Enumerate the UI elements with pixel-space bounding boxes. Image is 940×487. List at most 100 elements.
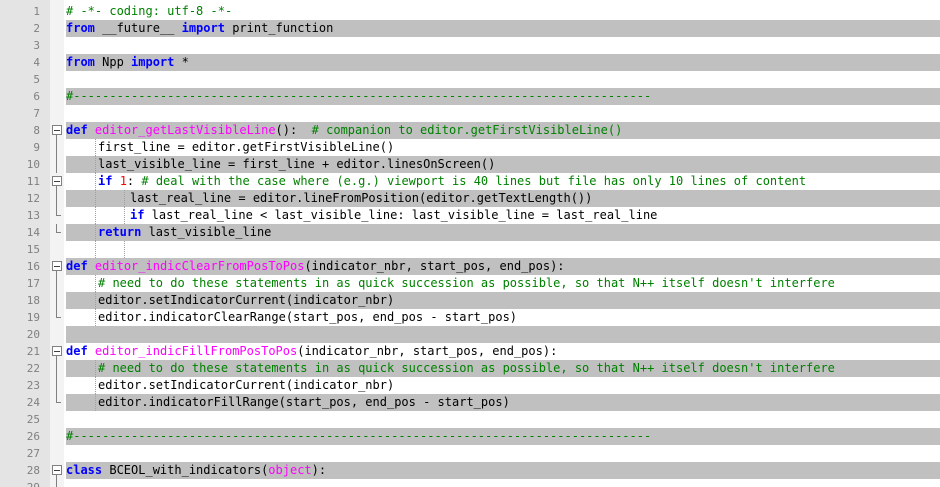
code-text[interactable]: class BCEOL_with_indicators(object): xyxy=(66,462,940,479)
text-token: editor.setIndicatorCurrent(indicator_nbr… xyxy=(98,293,395,307)
keyword-token: if xyxy=(130,208,145,222)
code-line[interactable]: 17 # need to do these statements in as qu… xyxy=(0,275,940,292)
code-text[interactable]: last_real_line = editor.lineFromPosition… xyxy=(66,190,940,207)
comment-token: # need to do these statements in as quic… xyxy=(98,276,835,290)
code-text[interactable]: editor.setIndicatorCurrent(indicator_nbr… xyxy=(66,377,940,394)
code-line[interactable]: 8 def editor_getLastVisibleLine(): # comp… xyxy=(0,122,940,139)
code-line[interactable]: 21 def editor_indicFillFromPosToPos(indic… xyxy=(0,343,940,360)
code-line[interactable]: 24 editor.indicatorFillRange(start_pos, e… xyxy=(0,394,940,411)
code-text[interactable]: def editor_getLastVisibleLine(): # compa… xyxy=(66,122,940,139)
fold-line-icon xyxy=(50,139,64,156)
code-text[interactable]: last_visible_line = first_line + editor.… xyxy=(66,156,940,173)
code-text[interactable]: #---------------------------------------… xyxy=(66,428,940,445)
code-line[interactable]: 11 if 1: # deal with the case where (e.g.… xyxy=(0,173,940,190)
code-tokens: last_real_line = editor.lineFromPosition… xyxy=(66,191,592,205)
text-token: last_real_line < last_visible_line: last… xyxy=(144,208,658,222)
line-number: 11 xyxy=(26,175,40,188)
code-text[interactable]: # need to do these statements in as quic… xyxy=(66,360,940,377)
fold-line-icon xyxy=(50,275,64,292)
comment-token: # -*- coding: utf-8 -*- xyxy=(66,4,233,18)
code-line[interactable]: 27 xyxy=(0,445,940,462)
code-text[interactable]: # need to do these statements in as quic… xyxy=(66,275,940,292)
code-text[interactable]: editor.indicatorClearRange(start_pos, en… xyxy=(66,309,940,326)
function-name-token: editor_indicFillFromPosToPos xyxy=(94,344,298,358)
code-text[interactable]: def editor_indicClearFromPosToPos(indica… xyxy=(66,258,940,275)
code-text[interactable] xyxy=(66,411,940,428)
code-tokens: editor.setIndicatorCurrent(indicator_nbr… xyxy=(66,378,394,392)
line-number: 26 xyxy=(26,430,40,443)
line-number: 27 xyxy=(26,447,40,460)
code-text[interactable] xyxy=(66,241,940,258)
code-text[interactable]: def editor_indicFillFromPosToPos(indicat… xyxy=(66,343,940,360)
code-line[interactable]: 14 return last_visible_line xyxy=(0,224,940,241)
fold-margin-cell xyxy=(50,71,64,88)
comment-token: #---------------------------------------… xyxy=(66,429,652,443)
code-line[interactable]: 26 #-------------------------------------… xyxy=(0,428,940,445)
code-text[interactable]: if 1: # deal with the case where (e.g.) … xyxy=(66,173,940,190)
code-text[interactable]: from __future__ import print_function xyxy=(66,20,940,37)
code-text[interactable]: return last_visible_line xyxy=(66,224,940,241)
code-text[interactable]: # -*- coding: utf-8 -*- xyxy=(66,3,940,20)
code-editor[interactable]: 1 # -*- coding: utf-8 -*- 2 from __future__… xyxy=(0,0,940,487)
code-text[interactable]: from Npp import * xyxy=(66,54,940,71)
line-number: 3 xyxy=(33,39,40,52)
code-line[interactable]: 20 xyxy=(0,326,940,343)
code-line[interactable]: 1 # -*- coding: utf-8 -*- xyxy=(0,3,940,20)
code-line[interactable]: 16 def editor_indicClearFromPosToPos(indi… xyxy=(0,258,940,275)
code-line[interactable]: 23 editor.setIndicatorCurrent(indicator_n… xyxy=(0,377,940,394)
code-line[interactable]: 22 # need to do these statements in as qu… xyxy=(0,360,940,377)
code-line[interactable]: 4 from Npp import * xyxy=(0,54,940,71)
code-line[interactable]: 6 #--------------------------------------… xyxy=(0,88,940,105)
code-line[interactable]: 5 xyxy=(0,71,940,88)
code-text[interactable] xyxy=(66,445,940,462)
fold-collapse-icon[interactable] xyxy=(50,343,64,360)
code-line[interactable]: 19 editor.indicatorClearRange(start_pos, … xyxy=(0,309,940,326)
code-text[interactable] xyxy=(66,479,940,487)
code-line[interactable]: 10 last_visible_line = first_line + edito… xyxy=(0,156,940,173)
fold-collapse-icon[interactable] xyxy=(50,122,64,139)
code-text[interactable] xyxy=(66,71,940,88)
fold-line-icon xyxy=(50,156,64,173)
code-text[interactable]: if last_real_line < last_visible_line: l… xyxy=(66,207,940,224)
code-line[interactable]: 29 xyxy=(0,479,940,487)
line-number: 28 xyxy=(26,464,40,477)
text-token: Npp xyxy=(94,55,132,69)
code-line[interactable]: 28 class BCEOL_with_indicators(object): xyxy=(0,462,940,479)
code-text[interactable]: first_line = editor.getFirstVisibleLine(… xyxy=(66,139,940,156)
fold-margin-cell xyxy=(50,326,64,343)
fold-end-icon xyxy=(50,309,64,326)
line-number: 7 xyxy=(33,107,40,120)
text-token: last_visible_line xyxy=(141,225,272,239)
fold-line-icon xyxy=(50,190,64,207)
code-text[interactable] xyxy=(66,326,940,343)
code-text[interactable]: editor.setIndicatorCurrent(indicator_nbr… xyxy=(66,292,940,309)
code-line[interactable]: 2 from __future__ import print_function xyxy=(0,20,940,37)
text-token: last_real_line = editor.lineFromPosition… xyxy=(130,191,593,205)
code-line[interactable]: 9 first_line = editor.getFirstVisibleLine… xyxy=(0,139,940,156)
code-tokens: editor.indicatorFillRange(start_pos, end… xyxy=(66,395,510,409)
line-number: 20 xyxy=(26,328,40,341)
code-line[interactable]: 18 editor.setIndicatorCurrent(indicator_n… xyxy=(0,292,940,309)
fold-line-icon xyxy=(50,360,64,377)
code-line[interactable]: 12 last_real_line = editor.lineFromPositi… xyxy=(0,190,940,207)
code-tokens: from Npp import * xyxy=(66,55,189,69)
code-line[interactable]: 25 xyxy=(0,411,940,428)
line-number: 8 xyxy=(33,124,40,137)
code-text[interactable]: #---------------------------------------… xyxy=(66,88,940,105)
line-number: 19 xyxy=(26,311,40,324)
fold-collapse-icon[interactable] xyxy=(50,258,64,275)
code-line[interactable]: 7 xyxy=(0,105,940,122)
line-number: 6 xyxy=(33,90,40,103)
code-line[interactable]: 13 if last_real_line < last_visible_line:… xyxy=(0,207,940,224)
code-line[interactable]: 3 xyxy=(0,37,940,54)
comment-token: # companion to editor.getFirstVisibleLin… xyxy=(311,123,623,137)
fold-collapse-icon[interactable] xyxy=(50,173,64,190)
keyword-token: def xyxy=(66,259,88,273)
code-tokens: #---------------------------------------… xyxy=(66,89,651,103)
code-text[interactable] xyxy=(66,105,940,122)
code-text[interactable] xyxy=(66,37,940,54)
code-line[interactable]: 15 xyxy=(0,241,940,258)
fold-collapse-icon[interactable] xyxy=(50,462,64,479)
code-text[interactable]: editor.indicatorFillRange(start_pos, end… xyxy=(66,394,940,411)
